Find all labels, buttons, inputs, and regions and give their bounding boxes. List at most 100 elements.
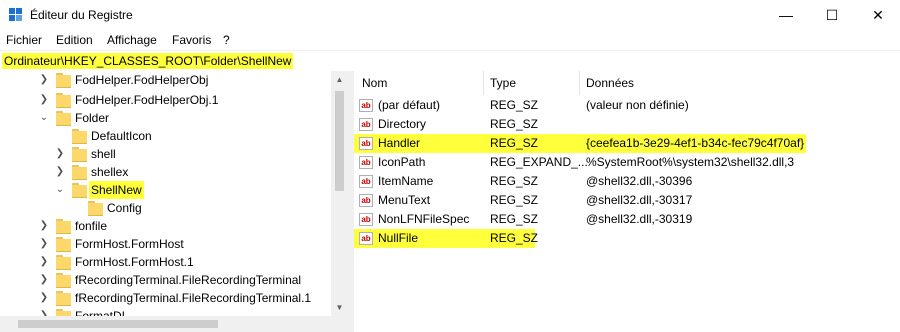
value-name: NullFile xyxy=(378,231,419,245)
ab-string-icon: ab xyxy=(359,156,373,169)
column-type[interactable]: Type xyxy=(490,71,516,95)
value-name: (par défaut) xyxy=(378,98,441,112)
tree-item-label: fRecordingTerminal.FileRecordingTerminal… xyxy=(75,291,312,305)
value-data: {ceefea1b-3e29-4ef1-b34c-fec79c4f70af} xyxy=(586,136,805,150)
tree-item-fodhelper-1[interactable]: ❯ FodHelper.FodHelperObj.1 xyxy=(0,91,331,109)
value-row[interactable]: ab MenuText REG_SZ @shell32.dll,-30317 xyxy=(354,191,900,210)
value-row[interactable]: ab (par défaut) REG_SZ (valeur non défin… xyxy=(354,96,900,115)
window-title: Éditeur du Registre xyxy=(30,8,133,22)
value-type: REG_SZ xyxy=(490,174,539,188)
tree-item-label: ShellNew xyxy=(89,181,144,199)
chevron-down-icon[interactable]: ⌄ xyxy=(54,181,66,199)
scroll-thumb[interactable] xyxy=(18,320,218,328)
column-data[interactable]: Données xyxy=(586,71,634,95)
chevron-right-icon[interactable]: ❯ xyxy=(38,71,50,89)
value-row[interactable]: ab Directory REG_SZ xyxy=(354,115,900,134)
folder-icon xyxy=(56,219,71,234)
column-name[interactable]: Nom xyxy=(362,71,387,95)
tree-item-fonfile[interactable]: ❯ fonfile xyxy=(0,217,331,235)
value-data: (valeur non définie) xyxy=(586,98,689,112)
tree-item-shellex[interactable]: ❯ shellex xyxy=(0,163,331,181)
value-type: REG_SZ xyxy=(490,193,539,207)
folder-icon xyxy=(72,165,87,180)
tree-item-shellnew-selected[interactable]: ⌄ ShellNew xyxy=(0,181,331,199)
tree-item-frecordingterminal-1[interactable]: ❯ fRecordingTerminal.FileRecordingTermin… xyxy=(0,289,331,307)
tree-item-defaulticon[interactable]: DefaultIcon xyxy=(0,127,331,145)
chevron-right-icon[interactable]: ❯ xyxy=(38,217,50,235)
folder-icon xyxy=(72,183,87,198)
menu-favoris[interactable]: Favoris xyxy=(172,33,211,47)
tree-item-label: Folder xyxy=(75,111,110,125)
folder-icon xyxy=(88,201,103,216)
value-data: @shell32.dll,-30317 xyxy=(586,193,693,207)
close-button[interactable]: ✕ xyxy=(855,0,900,30)
scroll-up-icon[interactable]: ▲ xyxy=(331,71,348,88)
ab-string-icon: ab xyxy=(359,99,373,112)
menu-edition[interactable]: Edition xyxy=(56,33,93,47)
value-row[interactable]: ab IconPath REG_EXPAND_... %SystemRoot%\… xyxy=(354,153,900,172)
folder-icon xyxy=(56,111,71,126)
tree-item-folder[interactable]: ⌄ Folder xyxy=(0,109,331,127)
value-row[interactable]: ab ItemName REG_SZ @shell32.dll,-30396 xyxy=(354,172,900,191)
ab-string-icon: ab xyxy=(359,213,373,226)
value-row-highlighted[interactable]: ab NullFile REG_SZ xyxy=(354,229,900,248)
ab-string-icon: ab xyxy=(359,194,373,207)
registry-editor-icon xyxy=(9,8,23,22)
menu-help[interactable]: ? xyxy=(223,33,230,47)
column-divider[interactable] xyxy=(579,71,580,95)
value-name: NonLFNFileSpec xyxy=(378,212,470,226)
folder-icon xyxy=(56,291,71,306)
chevron-right-icon[interactable]: ❯ xyxy=(38,91,50,109)
tree-horizontal-scrollbar[interactable] xyxy=(0,316,348,332)
title-bar: Éditeur du Registre — ☐ ✕ xyxy=(0,0,900,30)
menu-bar: Fichier Edition Affichage Favoris ? xyxy=(0,30,900,50)
chevron-right-icon[interactable]: ❯ xyxy=(54,163,66,181)
tree-item-formhost[interactable]: ❯ FormHost.FormHost xyxy=(0,235,331,253)
chevron-right-icon[interactable]: ❯ xyxy=(38,235,50,253)
scroll-thumb[interactable] xyxy=(335,91,344,191)
maximize-button[interactable]: ☐ xyxy=(809,0,855,30)
chevron-right-icon[interactable]: ❯ xyxy=(38,271,50,289)
key-tree: ❯ FodHelper.FodHelperObj ❯ FodHelper.Fod… xyxy=(0,71,348,332)
tree-vertical-scrollbar[interactable]: ▲ ▼ xyxy=(331,71,348,316)
chevron-down-icon[interactable]: ⌄ xyxy=(38,109,50,127)
value-type: REG_SZ xyxy=(490,117,539,131)
tree-item-formhost-1[interactable]: ❯ FormHost.FormHost.1 xyxy=(0,253,331,271)
value-type: REG_EXPAND_... xyxy=(490,155,588,169)
column-divider[interactable] xyxy=(483,71,484,95)
menu-affichage[interactable]: Affichage xyxy=(107,33,157,47)
chevron-right-icon[interactable]: ❯ xyxy=(38,289,50,307)
value-name: IconPath xyxy=(378,155,426,169)
tree-item-label: fRecordingTerminal.FileRecordingTerminal xyxy=(75,273,302,287)
folder-icon xyxy=(56,255,71,270)
tree-item-label: FormHost.FormHost xyxy=(75,237,184,251)
tree-item-fodhelper[interactable]: ❯ FodHelper.FodHelperObj xyxy=(0,71,331,89)
value-row[interactable]: ab NonLFNFileSpec REG_SZ @shell32.dll,-3… xyxy=(354,210,900,229)
chevron-right-icon[interactable]: ❯ xyxy=(38,253,50,271)
value-type: REG_SZ xyxy=(490,212,539,226)
value-row-highlighted[interactable]: ab Handler REG_SZ {ceefea1b-3e29-4ef1-b3… xyxy=(354,134,900,153)
folder-icon xyxy=(72,129,87,144)
value-name: Directory xyxy=(378,117,427,131)
tree-item-frecordingterminal[interactable]: ❯ fRecordingTerminal.FileRecordingTermin… xyxy=(0,271,331,289)
folder-icon xyxy=(56,237,71,252)
tree-item-label: shellex xyxy=(91,165,129,179)
scroll-down-icon[interactable]: ▼ xyxy=(331,299,348,316)
tree-item-config[interactable]: Config xyxy=(0,199,331,217)
list-header: Nom Type Données xyxy=(354,71,900,95)
tree-item-label: FodHelper.FodHelperObj xyxy=(75,73,209,87)
folder-icon xyxy=(56,93,71,108)
folder-icon xyxy=(56,273,71,288)
tree-item-shell[interactable]: ❯ shell xyxy=(0,145,331,163)
chevron-right-icon[interactable]: ❯ xyxy=(54,145,66,163)
address-bar[interactable]: Ordinateur\HKEY_CLASSES_ROOT\Folder\Shel… xyxy=(0,50,900,72)
tree-item-label: FodHelper.FodHelperObj.1 xyxy=(75,93,219,107)
value-name: MenuText xyxy=(378,193,431,207)
address-path[interactable]: Ordinateur\HKEY_CLASSES_ROOT\Folder\Shel… xyxy=(2,53,294,69)
folder-icon xyxy=(56,73,71,88)
minimize-button[interactable]: — xyxy=(763,0,809,30)
menu-fichier[interactable]: Fichier xyxy=(6,33,42,47)
tree-item-label: FormHost.FormHost.1 xyxy=(75,255,194,269)
value-data: @shell32.dll,-30396 xyxy=(586,174,693,188)
value-list: Nom Type Données ab (par défaut) REG_SZ … xyxy=(354,71,900,332)
